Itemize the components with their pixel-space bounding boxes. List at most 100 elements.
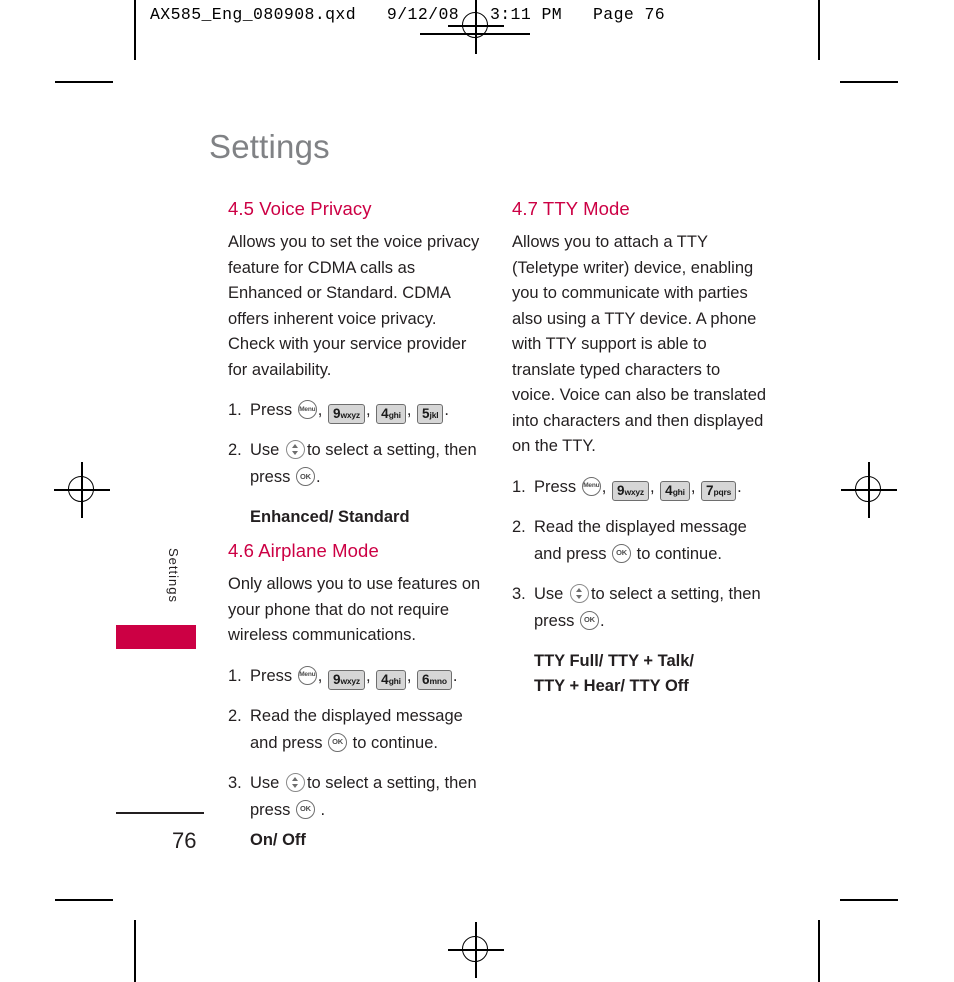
ok-key-label: OK	[616, 548, 627, 557]
key-9-icon: 9wxyz	[327, 669, 365, 690]
section-heading-tty-mode: 4.7 TTY Mode	[512, 198, 630, 219]
steps-tty-mode: 1. Press Menu, 9wxyz, 4ghi, 7pqrs. 2. Read…	[512, 474, 767, 635]
ok-key-icon: OK	[295, 799, 315, 819]
fold-mark-left-bottom	[134, 920, 136, 982]
section-body-airplane-mode: Only allows you to use features on your …	[228, 575, 481, 644]
fold-mark-right-bottom	[818, 920, 820, 982]
step-number: 3.	[228, 773, 242, 792]
left-column: 4.5 Voice Privacy Allows you to set the …	[228, 198, 483, 866]
step-number: 2.	[228, 706, 242, 725]
right-column: 4.7 TTY Mode Allows you to attach a TTY …	[512, 198, 767, 709]
ok-key-label: OK	[300, 804, 311, 813]
fold-mark-right-top	[818, 0, 820, 60]
step-text-after: to continue.	[352, 733, 438, 752]
key-9-icon: 9wxyz	[611, 480, 649, 501]
step-text: Press	[250, 401, 293, 419]
step-text-after: .	[320, 800, 326, 819]
key-5-icon: 5jkl	[417, 404, 444, 424]
registration-mark-bottom	[448, 922, 504, 978]
key-letters: mno	[429, 675, 448, 686]
key-7-icon: 7pqrs	[701, 480, 737, 501]
key-digit: 5	[422, 406, 430, 421]
options-tty-mode: TTY Full/ TTY + Talk/ TTY + Hear/ TTY Of…	[512, 649, 767, 699]
key-4-icon: 4ghi	[376, 669, 406, 690]
section-heading-airplane-mode: 4.6 Airplane Mode	[228, 540, 379, 561]
key-digit: 4	[381, 406, 389, 421]
key-letters: wxyz	[340, 675, 360, 686]
key-letters: pqrs	[713, 486, 732, 497]
registration-mark-left	[54, 462, 110, 518]
step-item: 2. Read the displayed message and press O…	[512, 514, 767, 568]
ok-key-icon: OK	[612, 543, 632, 563]
step-text: Press	[534, 477, 577, 496]
folio-rule	[116, 812, 204, 814]
step-number: 2.	[228, 441, 242, 459]
key-4-icon: 4ghi	[376, 404, 406, 424]
trim-mark-top-right	[840, 81, 898, 83]
steps-airplane-mode: 1. Press Menu, 9wxyz, 4ghi, 6mno. 2. Read …	[228, 663, 483, 853]
page-number: 76	[172, 828, 197, 853]
step-item: 3. Use to select a setting, then press OK…	[228, 770, 483, 853]
step-item: 2. Use to select a setting, then press OK…	[228, 437, 483, 491]
imposition-slug: AX585_Eng_080908.qxd 9/12/08 3:11 PM Pag…	[150, 5, 666, 24]
key-letters: ghi	[388, 675, 401, 686]
step-text-after: .	[599, 611, 605, 630]
ok-key-icon: OK	[579, 610, 599, 630]
step-number: 1.	[228, 401, 242, 419]
ok-key-icon: OK	[328, 732, 348, 752]
step-number: 2.	[512, 517, 526, 536]
trim-mark-bottom-right	[840, 899, 898, 901]
step-text: Use	[250, 773, 280, 792]
navigation-key-icon	[285, 440, 305, 459]
key-digit: 4	[381, 671, 389, 687]
page-title: Settings	[209, 128, 330, 165]
step-text-after: to continue.	[636, 544, 722, 563]
key-letters: wxyz	[340, 410, 360, 420]
options-tty-line-1: TTY Full/ TTY + Talk/	[534, 651, 694, 670]
key-letters: ghi	[388, 410, 401, 420]
registration-mark-right	[841, 462, 897, 518]
steps-voice-privacy: 1. Press Menu, 9wxyz, 4ghi, 5jkl. 2. Use t…	[228, 397, 483, 491]
step-text: Use	[250, 441, 280, 459]
menu-key-icon: Menu	[297, 665, 317, 685]
step-item: 1. Press Menu, 9wxyz, 4ghi, 5jkl.	[228, 397, 483, 424]
key-digit: 4	[665, 482, 673, 498]
key-9-icon: 9wxyz	[327, 404, 365, 424]
options-tty-line-2: TTY + Hear/ TTY Off	[534, 676, 689, 695]
key-6-icon: 6mno	[417, 669, 452, 690]
section-body-tty-mode: Allows you to attach a TTY (Teletype wri…	[512, 233, 767, 455]
step-item: 1. Press Menu, 9wxyz, 4ghi, 7pqrs.	[512, 474, 767, 501]
options-airplane-mode: On/ Off	[250, 830, 306, 849]
navigation-key-icon	[569, 583, 589, 603]
ok-key-icon: OK	[295, 467, 315, 486]
step-number: 1.	[512, 477, 526, 496]
step-item: 2. Read the displayed message and press O…	[228, 703, 483, 757]
section-heading-voice-privacy: 4.5 Voice Privacy	[228, 198, 372, 219]
key-letters: ghi	[672, 486, 685, 497]
side-tab-marker	[116, 625, 196, 649]
menu-key-label: Menu	[299, 671, 316, 678]
ok-key-label: OK	[584, 615, 595, 624]
trim-mark-bottom-left	[55, 899, 113, 901]
ok-key-label: OK	[332, 737, 343, 746]
step-text-middle: to select a setting, then press	[250, 441, 477, 486]
section-body-voice-privacy: Allows you to set the voice privacy feat…	[228, 233, 480, 379]
key-digit: 6	[422, 671, 430, 687]
navigation-key-icon	[285, 772, 305, 792]
key-letters: jkl	[429, 410, 439, 420]
ok-key-label: OK	[300, 471, 311, 481]
step-text: Press	[250, 666, 293, 685]
menu-key-icon: Menu	[581, 476, 601, 496]
menu-key-icon: Menu	[297, 400, 317, 419]
menu-key-label: Menu	[299, 405, 316, 413]
step-text: Use	[534, 584, 564, 603]
key-letters: wxyz	[624, 486, 644, 497]
step-text-middle: to select a setting, then press	[534, 584, 761, 630]
step-number: 1.	[228, 666, 242, 685]
step-text-after: .	[315, 468, 321, 486]
fold-mark-left-top	[134, 0, 136, 60]
step-item: 1. Press Menu, 9wxyz, 4ghi, 6mno.	[228, 663, 483, 690]
step-text-middle: to select a setting, then press	[250, 773, 477, 819]
key-4-icon: 4ghi	[660, 480, 690, 501]
side-tab-label: Settings	[166, 548, 181, 603]
